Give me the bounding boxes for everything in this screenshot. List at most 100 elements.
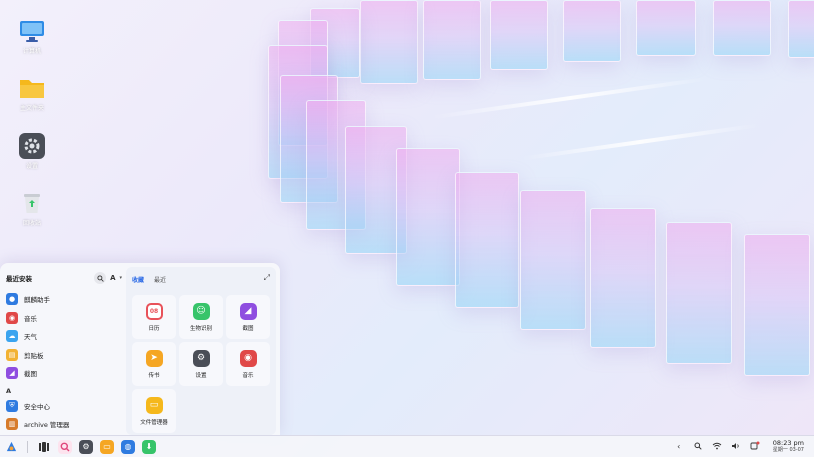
- favorite-transfer[interactable]: ➤ 传书: [132, 342, 176, 386]
- transfer-icon: ➤: [145, 349, 163, 367]
- gear-icon: [19, 133, 45, 159]
- search-button[interactable]: [94, 272, 107, 284]
- desktop-icon-label: 设置: [25, 163, 38, 170]
- favorite-label: 音乐: [242, 372, 254, 379]
- desktop-icon-label: 主文件夹: [19, 105, 44, 112]
- start-menu-button[interactable]: [4, 440, 18, 454]
- start-menu-icon: [6, 441, 16, 452]
- search-icon[interactable]: [693, 442, 703, 452]
- folder-icon: ▭: [145, 396, 163, 414]
- app-item-music[interactable]: ◉ 音乐: [6, 309, 122, 328]
- desktop-icon-label: 回收站: [22, 220, 41, 227]
- browser-taskbar-button[interactable]: ◍: [121, 439, 135, 454]
- wifi-icon[interactable]: [712, 442, 722, 452]
- music-icon: ◉: [6, 311, 18, 324]
- tab-recent[interactable]: 最近: [154, 275, 166, 284]
- archive-icon: ▥: [6, 418, 18, 431]
- search-icon: [97, 274, 104, 282]
- start-menu-app-list-pane: 最近安装 A ▾ ● 麒麟助手 ◉ 音乐 ☁ 天气 ▤ 剪贴板 ◢ 截图 A ⛨…: [0, 263, 126, 435]
- multitask-icon: [39, 441, 49, 452]
- favorite-label: 文件管理器: [140, 419, 168, 426]
- software-store-taskbar-button[interactable]: ⬇: [142, 439, 156, 454]
- browser-icon: ◍: [124, 442, 132, 451]
- app-item-label: 截图: [24, 370, 37, 379]
- desktop-icon-computer[interactable]: 计算机: [10, 18, 54, 55]
- gear-icon: ⚙: [192, 349, 210, 367]
- app-item-label: archive 管理器: [24, 421, 70, 430]
- favorites-grid: 08 日历 ☺ 生物识别 ◢ 截图 ➤ 传书 ⚙ 设置 ◉ 音乐 ▭ 文件管理器: [132, 295, 270, 433]
- favorite-label: 传书: [148, 372, 160, 379]
- favorite-label: 设置: [195, 372, 207, 379]
- file-manager-taskbar-button[interactable]: ▭: [100, 439, 114, 454]
- wallpaper-pane: [744, 234, 810, 376]
- settings-taskbar-button[interactable]: ⚙: [79, 439, 93, 454]
- favorite-label: 生物识别: [189, 325, 212, 332]
- app-item-label: 音乐: [24, 314, 37, 323]
- wallpaper-pane: [590, 208, 656, 348]
- favorite-calendar[interactable]: 08 日历: [132, 295, 176, 339]
- app-item-label: 剪贴板: [24, 351, 44, 360]
- multitask-view-button[interactable]: [37, 440, 51, 454]
- app-item-archive-manager[interactable]: ▥ archive 管理器: [6, 415, 122, 434]
- folder-icon: [19, 75, 45, 101]
- system-tray: ‹ 08:23 pm 星期一 03-07: [674, 440, 814, 453]
- wallpaper-pane: [360, 0, 418, 84]
- calendar-icon: 08: [145, 302, 163, 320]
- start-menu: 最近安装 A ▾ ● 麒麟助手 ◉ 音乐 ☁ 天气 ▤ 剪贴板 ◢ 截图 A ⛨…: [0, 263, 280, 435]
- favorite-settings[interactable]: ⚙ 设置: [179, 342, 223, 386]
- app-list-header: 最近安装 A ▾: [6, 271, 122, 285]
- wallpaper-pane: [455, 172, 519, 308]
- app-item-label: 麒麟助手: [24, 296, 50, 305]
- chevron-left-icon[interactable]: ‹: [674, 442, 684, 451]
- tab-favorites[interactable]: 收藏: [132, 275, 144, 284]
- music-icon: ◉: [239, 349, 257, 367]
- notification-icon[interactable]: [750, 441, 760, 452]
- desktop-icon-home-folder[interactable]: 主文件夹: [10, 75, 54, 112]
- clipboard-icon: ▤: [6, 348, 18, 361]
- taskbar: ⚙ ▭ ◍ ⬇ ‹ 08:23 pm 星期一 03-07: [0, 435, 814, 457]
- favorite-label: 截图: [242, 325, 254, 332]
- expand-icon[interactable]: ⤢: [264, 273, 270, 283]
- wallpaper-pane: [396, 148, 460, 286]
- wallpaper-pane: [788, 0, 814, 58]
- folder-icon: ▭: [103, 442, 111, 451]
- app-item-security-center[interactable]: ⛨ 安全中心: [6, 397, 122, 416]
- wallpaper-streak: [431, 76, 709, 120]
- taskbar-divider: [27, 440, 28, 453]
- desktop-icon-settings[interactable]: 设置: [10, 133, 54, 170]
- app-item-weather[interactable]: ☁ 天气: [6, 327, 122, 346]
- trash-icon: [19, 190, 45, 216]
- search-app-button[interactable]: [58, 439, 72, 454]
- letter-apps-list: ⛨ 安全中心 ▥ archive 管理器: [6, 397, 122, 434]
- screenshot-icon: ◢: [239, 302, 257, 320]
- wallpaper-pane: [423, 0, 481, 80]
- gear-icon: ⚙: [82, 442, 90, 451]
- app-item-clipboard[interactable]: ▤ 剪贴板: [6, 346, 122, 365]
- app-item-kylin-assistant[interactable]: ● 麒麟助手: [6, 290, 122, 309]
- volume-icon[interactable]: [731, 442, 741, 452]
- chevron-down-icon[interactable]: ▾: [119, 275, 122, 281]
- clock-time: 08:23 pm: [772, 439, 804, 448]
- app-item-screenshot[interactable]: ◢ 截图: [6, 364, 122, 383]
- favorite-screenshot[interactable]: ◢ 截图: [226, 295, 270, 339]
- favorite-biometric[interactable]: ☺ 生物识别: [179, 295, 223, 339]
- clock[interactable]: 08:23 pm 星期一 03-07: [773, 440, 804, 453]
- desktop-icon-trash[interactable]: 回收站: [10, 190, 54, 227]
- section-letter-a[interactable]: A: [6, 385, 122, 397]
- desktop-icon-label: 计算机: [22, 48, 41, 55]
- search-app-icon: [60, 442, 70, 451]
- computer-icon: [19, 18, 45, 44]
- favorite-file-manager[interactable]: ▭ 文件管理器: [132, 389, 176, 433]
- assistant-icon: ●: [6, 293, 18, 306]
- wallpaper-pane: [490, 0, 548, 70]
- letter-sort-button[interactable]: A: [110, 274, 115, 282]
- wallpaper-streak: [520, 123, 760, 161]
- app-item-label: 天气: [24, 333, 37, 342]
- recent-apps-list: ● 麒麟助手 ◉ 音乐 ☁ 天气 ▤ 剪贴板 ◢ 截图: [6, 290, 122, 383]
- biometric-icon: ☺: [192, 302, 210, 320]
- favorite-music[interactable]: ◉ 音乐: [226, 342, 270, 386]
- weather-icon: ☁: [6, 330, 18, 343]
- favorites-pane: 收藏 最近 ⤢ 08 日历 ☺ 生物识别 ◢ 截图 ➤ 传书 ⚙ 设置 ◉ 音乐…: [126, 267, 276, 435]
- app-item-label: 安全中心: [24, 402, 50, 411]
- security-icon: ⛨: [6, 399, 18, 412]
